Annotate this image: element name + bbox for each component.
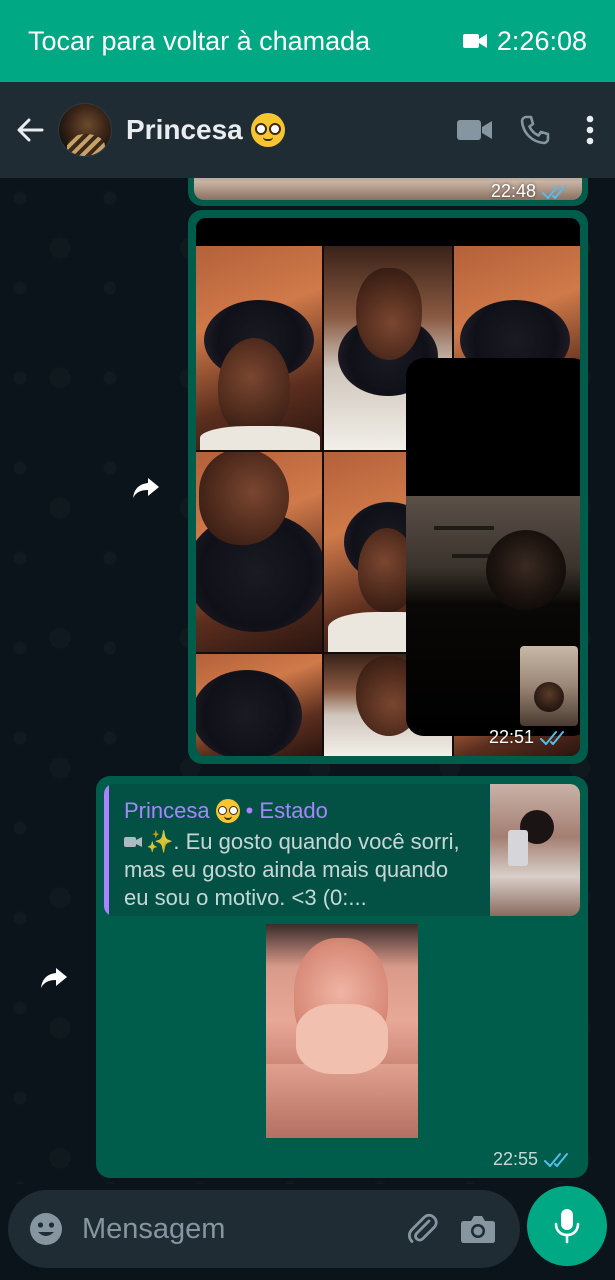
emoji-button[interactable] (18, 1190, 74, 1268)
contact-name-area[interactable]: Princesa (126, 113, 285, 147)
camera-button[interactable] (450, 1190, 506, 1268)
double-check-icon (544, 1152, 568, 1167)
emoji-icon (30, 1213, 62, 1245)
message-time: 22:55 (492, 1149, 538, 1169)
attach-button[interactable] (394, 1190, 450, 1268)
video-call-button[interactable] (445, 82, 505, 178)
return-to-call-banner[interactable]: Tocar para voltar à chamada 2:26:08 (0, 0, 615, 82)
image-message[interactable]: 22:48 (188, 178, 588, 206)
quote-header: Princesa • Estado (124, 798, 328, 824)
forward-icon (41, 968, 67, 988)
phone-icon (520, 115, 550, 145)
message-image[interactable] (266, 924, 418, 1138)
status-reply-message[interactable]: Princesa • Estado ✨. Eu gosto quando voc… (96, 776, 588, 1178)
video-call-screenshot (406, 358, 580, 736)
message-input-container[interactable]: Mensagem (8, 1190, 520, 1268)
message-time: 22:48 (490, 181, 536, 201)
message-image[interactable]: 22:51 (196, 218, 580, 756)
message-input[interactable]: Mensagem (82, 1213, 394, 1246)
message-composer: Mensagem (0, 1184, 615, 1280)
double-check-icon (542, 184, 566, 199)
message-meta: 22:51 (489, 727, 568, 748)
back-button[interactable] (2, 82, 58, 178)
message-meta: 22:48 (491, 181, 570, 202)
nerd-face-emoji-icon (250, 113, 285, 147)
forward-button[interactable] (126, 468, 166, 508)
quote-text-block: ✨. Eu gosto quando você sorri, mas eu go… (124, 828, 474, 912)
quote-author: Princesa (124, 798, 210, 823)
quoted-status[interactable]: Princesa • Estado ✨. Eu gosto quando voc… (104, 784, 580, 916)
video-status-icon (124, 837, 142, 847)
header-actions (445, 82, 615, 178)
quote-thumbnail (490, 784, 580, 916)
more-options-icon (586, 115, 594, 145)
attach-icon (407, 1213, 438, 1243)
message-time: 22:51 (488, 727, 534, 747)
back-arrow-icon (17, 118, 44, 142)
image-message[interactable]: 22:51 (188, 210, 588, 764)
more-options-button[interactable] (565, 82, 615, 178)
forward-button[interactable] (34, 958, 74, 998)
voice-message-button[interactable] (527, 1186, 607, 1266)
nerd-face-emoji-icon (215, 799, 240, 823)
voice-call-button[interactable] (505, 82, 565, 178)
video-call-icon (457, 120, 492, 140)
call-status: 2:26:08 (462, 25, 587, 57)
contact-name: Princesa (126, 114, 243, 145)
mic-icon (554, 1209, 580, 1244)
video-camera-icon (462, 34, 487, 48)
double-check-icon (540, 730, 564, 745)
contact-avatar[interactable] (58, 103, 112, 157)
chat-messages[interactable]: 22:48 22:51 Princesa • Estado ✨. Eu gost… (0, 178, 615, 1184)
quote-source: • Estado (245, 798, 328, 823)
call-duration: 2:26:08 (496, 25, 587, 56)
forward-icon (133, 478, 159, 498)
message-meta: 22:55 (493, 1149, 572, 1170)
quote-text: ✨. Eu gosto quando você sorri, mas eu go… (124, 829, 460, 910)
chat-header: Princesa (0, 82, 615, 178)
camera-icon (461, 1216, 495, 1243)
return-to-call-text: Tocar para voltar à chamada (28, 25, 371, 56)
